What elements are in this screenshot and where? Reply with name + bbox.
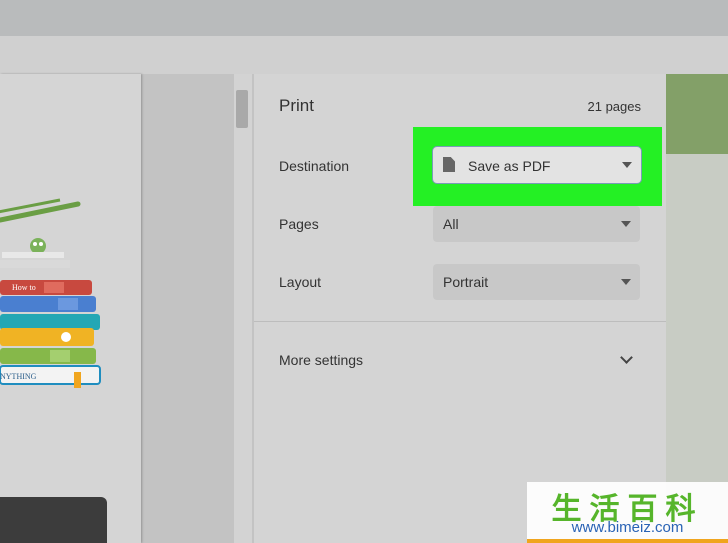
watermark: 生活百科 www.bimeiz.com	[527, 482, 728, 543]
book-label-anything: NYTHING	[0, 372, 37, 381]
tab-strip	[0, 36, 728, 74]
dropdown-arrow-icon	[621, 221, 631, 227]
book-green	[0, 348, 96, 364]
page-count: 21 pages	[587, 99, 642, 114]
destination-select[interactable]: Save as PDF	[432, 146, 642, 184]
book-teal	[0, 314, 100, 330]
pages-value: All	[443, 216, 459, 232]
preview-scrollbar[interactable]	[234, 74, 252, 543]
destination-label: Destination	[279, 158, 350, 174]
pages-label: Pages	[279, 216, 319, 232]
dropdown-arrow-icon	[621, 279, 631, 285]
pages-select[interactable]: All	[433, 206, 640, 242]
side-preview-banner	[666, 74, 728, 154]
section-divider	[254, 321, 666, 322]
layout-label: Layout	[279, 274, 322, 290]
watermark-url: www.bimeiz.com	[571, 519, 684, 536]
preview-photo	[0, 497, 107, 543]
destination-value: Save as PDF	[468, 158, 551, 174]
book-yellow	[0, 328, 94, 346]
book-blue	[0, 296, 96, 312]
books-illustration: How to NYTHING	[0, 198, 101, 388]
preview-page: How to NYTHING	[0, 74, 141, 543]
browser-toolbar	[0, 0, 728, 36]
layout-value: Portrait	[443, 274, 489, 290]
pencil	[0, 201, 81, 223]
watermark-bar	[527, 539, 728, 543]
book-label-how-to: How to	[12, 283, 36, 292]
document-icon	[443, 157, 455, 172]
panel-title: Print	[279, 96, 314, 115]
owl	[30, 238, 46, 254]
layout-select[interactable]: Portrait	[433, 264, 640, 300]
dropdown-arrow-icon	[622, 162, 632, 168]
scrollbar-thumb[interactable]	[236, 90, 248, 128]
more-settings-toggle[interactable]: More settings	[279, 352, 363, 368]
